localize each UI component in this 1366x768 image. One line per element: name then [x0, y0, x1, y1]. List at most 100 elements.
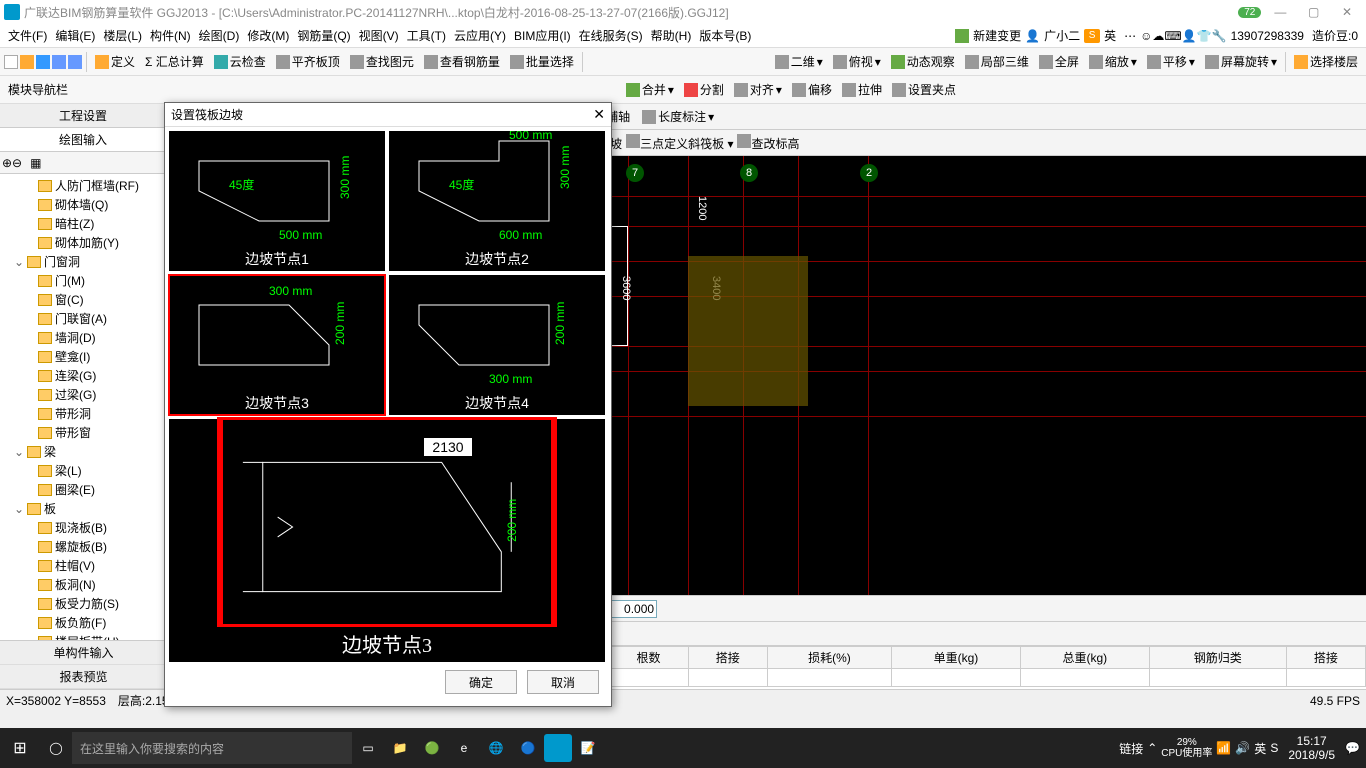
ime-face-icon[interactable]: ☺ [1140, 29, 1152, 43]
tray-up-icon[interactable]: ⌃ [1147, 741, 1157, 755]
ime-skin-icon[interactable]: 👕 [1197, 29, 1212, 43]
slope-option-2[interactable]: 45度 500 mm 600 mm 300 mm 边坡节点2 [389, 131, 605, 271]
ime-lang[interactable]: 英 [1100, 27, 1120, 44]
tree-item-dxc[interactable]: 带形窗 [0, 423, 167, 442]
tree-cat-door[interactable]: ⌄门窗洞 [0, 252, 167, 271]
stretch-button[interactable]: 拉伸 [838, 79, 886, 100]
slope-option-4[interactable]: 300 mm 200 mm 边坡节点4 [389, 275, 605, 415]
new-icon[interactable] [4, 55, 18, 69]
col-class[interactable]: 钢筋归类 [1149, 647, 1286, 669]
menu-edit[interactable]: 编辑(E) [51, 27, 99, 44]
define-button[interactable]: 定义 [91, 51, 139, 72]
zoom-button[interactable]: 缩放 ▾ [1085, 51, 1141, 72]
tree-item-c[interactable]: 窗(C) [0, 290, 167, 309]
align-button[interactable]: 对齐 ▾ [730, 79, 786, 100]
redo-icon[interactable] [68, 55, 82, 69]
close-button[interactable]: ✕ [1332, 5, 1362, 19]
tree-expand-icon[interactable]: ⊕⊖ [2, 156, 22, 170]
tree-item-bfj[interactable]: 板负筋(F) [0, 613, 167, 632]
cortana-icon[interactable]: ◯ [40, 732, 72, 764]
offset-button[interactable]: 偏移 [788, 79, 836, 100]
tree-item-lg[interactable]: 连梁(G) [0, 366, 167, 385]
tree-item-ll[interactable]: 梁(L) [0, 461, 167, 480]
component-tree[interactable]: 人防门框墙(RF) 砌体墙(Q) 暗柱(Z) 砌体加筋(Y) ⌄门窗洞 门(M)… [0, 174, 167, 640]
tray-link[interactable]: 链接 [1119, 740, 1143, 757]
tree-item-dx[interactable]: 带形洞 [0, 404, 167, 423]
app-360-icon[interactable]: 🟢 [416, 732, 448, 764]
notification-badge[interactable]: 72 [1238, 7, 1261, 18]
tray-cpu[interactable]: 29% CPU使用率 [1161, 737, 1212, 759]
ime-kb-icon[interactable]: ⌨ [1164, 29, 1181, 43]
tree-item-bslj[interactable]: 板受力筋(S) [0, 594, 167, 613]
tree-item-zmv[interactable]: 柱帽(V) [0, 556, 167, 575]
find-graph-button[interactable]: 查找图元 [346, 51, 418, 72]
dialog-cancel-button[interactable]: 取消 [527, 670, 599, 694]
tree-item-lxb[interactable]: 螺旋板(B) [0, 537, 167, 556]
menu-bim[interactable]: BIM应用(I) [510, 27, 575, 44]
ime-more[interactable] [1120, 29, 1140, 43]
tree-item-d[interactable]: 墙洞(D) [0, 328, 167, 347]
col-loss[interactable]: 损耗(%) [767, 647, 891, 669]
batch-select-button[interactable]: 批量选择 [506, 51, 578, 72]
tree-item-m[interactable]: 门(M) [0, 271, 167, 290]
def-3pt-slant-button[interactable]: 三点定义斜筏板 ▾ [626, 134, 733, 152]
tree-item-bi[interactable]: 壁龛(I) [0, 347, 167, 366]
fullscreen-button[interactable]: 全屏 [1035, 51, 1083, 72]
view-steel-button[interactable]: 查看钢筋量 [420, 51, 504, 72]
flat-top-button[interactable]: 平齐板顶 [272, 51, 344, 72]
save-icon[interactable] [36, 55, 50, 69]
slope-option-1[interactable]: 45度 500 mm 300 mm 边坡节点1 [169, 131, 385, 271]
menu-tools[interactable]: 工具(T) [403, 27, 450, 44]
tree-item-yj[interactable]: 砌体加筋(Y) [0, 233, 167, 252]
tree-item-lcbd[interactable]: 楼层板带(H) [0, 632, 167, 640]
sogou-ime-icon[interactable]: S [1084, 29, 1100, 43]
app-edge-icon[interactable]: e [448, 732, 480, 764]
dim-length-button[interactable]: 长度标注 ▾ [638, 106, 718, 127]
menu-modify[interactable]: 修改(M) [243, 27, 293, 44]
minimize-button[interactable]: — [1265, 5, 1295, 19]
taskbar-clock[interactable]: 15:17 2018/9/5 [1282, 734, 1341, 763]
taskview-icon[interactable]: ▭ [352, 732, 384, 764]
menu-view[interactable]: 视图(V) [355, 27, 403, 44]
menu-help[interactable]: 帮助(H) [647, 27, 696, 44]
notif-icon[interactable]: 💬 [1345, 741, 1360, 755]
slope-dim-input[interactable] [423, 437, 473, 457]
menu-version[interactable]: 版本号(B) [695, 27, 755, 44]
app-notepad-icon[interactable]: 📝 [572, 732, 604, 764]
tree-item-mla[interactable]: 门联窗(A) [0, 309, 167, 328]
dialog-ok-button[interactable]: 确定 [445, 670, 517, 694]
view-2d-button[interactable]: 二维 ▾ [771, 51, 827, 72]
menu-file[interactable]: 文件(F) [4, 27, 51, 44]
partial-3d-button[interactable]: 局部三维 [961, 51, 1033, 72]
menu-component[interactable]: 构件(N) [146, 27, 195, 44]
col-count[interactable]: 根数 [609, 647, 688, 669]
start-button[interactable]: ⊞ [0, 738, 40, 758]
change-elev-button[interactable]: 查改标高 [737, 134, 799, 152]
maximize-button[interactable]: ▢ [1299, 5, 1329, 19]
rotate-button[interactable]: 屏幕旋转 ▾ [1201, 51, 1281, 72]
col-total-wt[interactable]: 总重(kg) [1020, 647, 1149, 669]
tray-sogou-icon[interactable]: S [1270, 741, 1278, 755]
menu-floor[interactable]: 楼层(L) [99, 27, 146, 44]
ime-tool-icon[interactable]: 🔧 [1212, 29, 1227, 43]
user-label[interactable]: 广小二 [1040, 27, 1084, 44]
cloud-check-button[interactable]: 云检查 [210, 51, 270, 72]
dialog-close-button[interactable]: ✕ [593, 106, 605, 123]
tree-cat-beam[interactable]: ⌄梁 [0, 442, 167, 461]
top-view-button[interactable]: 俯视 ▾ [829, 51, 885, 72]
sum-button[interactable]: Σ 汇总计算 [141, 51, 208, 72]
collapse-icon[interactable]: ⌄ [14, 502, 24, 516]
tab-report-preview[interactable]: 报表预览 [0, 665, 167, 689]
app-yy-icon[interactable]: 🔵 [512, 732, 544, 764]
app-explorer-icon[interactable]: 📁 [384, 732, 416, 764]
collapse-icon[interactable]: ⌄ [14, 445, 24, 459]
price-bean[interactable]: 造价豆:0 [1308, 27, 1362, 44]
tree-item-qle[interactable]: 圈梁(E) [0, 480, 167, 499]
tree-cat-slab[interactable]: ⌄板 [0, 499, 167, 518]
app-browser-icon[interactable]: 🌐 [480, 732, 512, 764]
undo-icon[interactable] [52, 55, 66, 69]
tab-single-input[interactable]: 单构件输入 [0, 641, 167, 665]
menu-draw[interactable]: 绘图(D) [195, 27, 244, 44]
pan-button[interactable]: 平移 ▾ [1143, 51, 1199, 72]
col-lap[interactable]: 搭接 [688, 647, 767, 669]
